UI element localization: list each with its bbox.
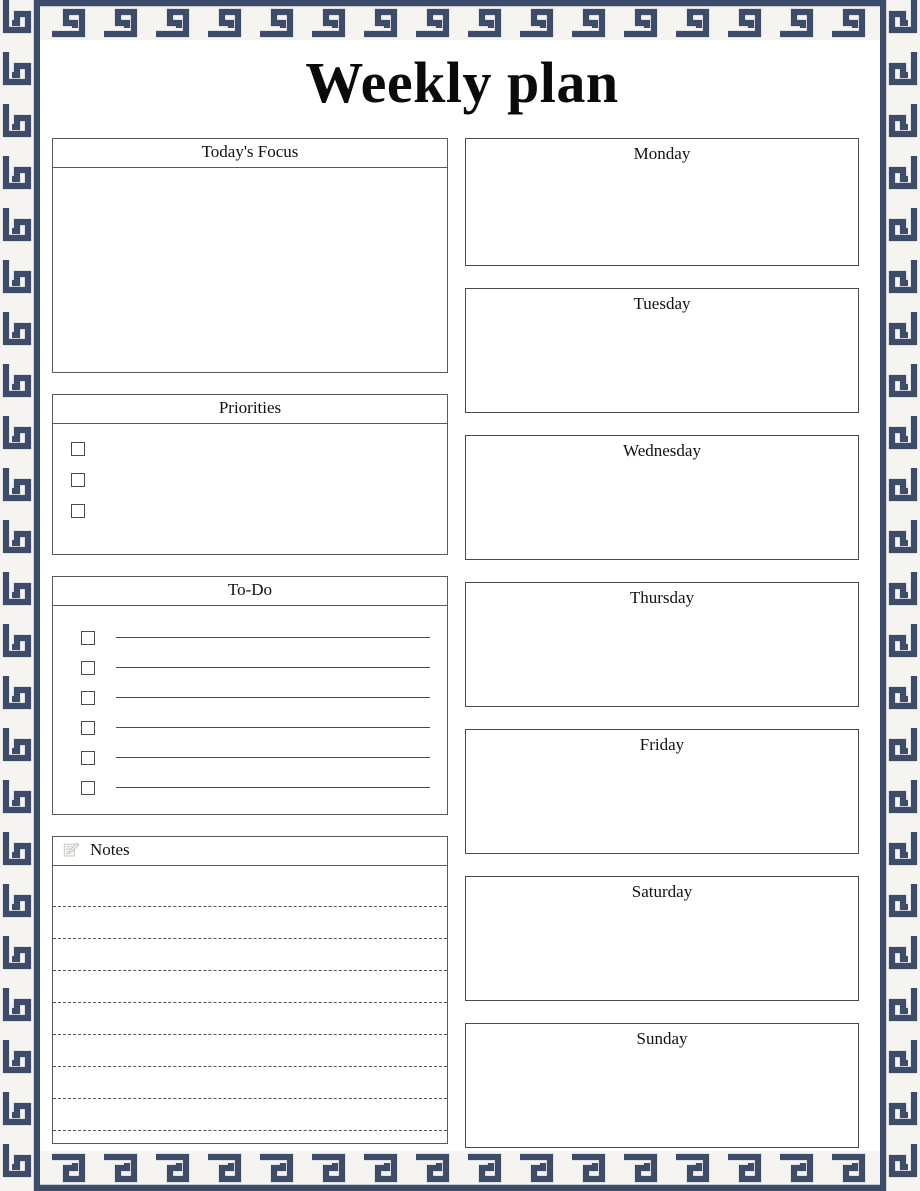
notes-line[interactable] — [53, 937, 447, 939]
right-column-days: Monday Tuesday Wednesday Thursday Friday Satu… — [465, 138, 859, 1148]
day-title: Sunday — [636, 1029, 688, 1048]
border-band-right — [880, 0, 920, 1191]
planner-columns: Today's Focus Priorities To-Do Notes Mon… — [52, 138, 872, 1148]
priority-row — [71, 471, 447, 502]
todays-focus-heading: Today's Focus — [53, 139, 447, 168]
todo-row — [53, 653, 447, 683]
todo-checkbox[interactable] — [81, 780, 95, 795]
todo-row — [53, 773, 447, 803]
notes-section: Notes — [52, 836, 448, 1144]
todo-write-line[interactable] — [116, 757, 430, 759]
priorities-heading: Priorities — [53, 395, 447, 424]
notes-line[interactable] — [53, 1065, 447, 1067]
priority-checkbox[interactable] — [71, 442, 85, 457]
day-box-wednesday[interactable]: Wednesday — [465, 435, 859, 560]
todo-write-line[interactable] — [116, 637, 430, 639]
todo-checkbox[interactable] — [81, 630, 95, 645]
day-title: Saturday — [631, 882, 693, 901]
day-title: Monday — [633, 144, 691, 163]
todo-write-line[interactable] — [116, 667, 430, 669]
day-title: Thursday — [629, 588, 695, 607]
day-box-thursday[interactable]: Thursday — [465, 582, 859, 707]
notes-line[interactable] — [53, 1129, 447, 1131]
left-column: Today's Focus Priorities To-Do Notes — [52, 138, 448, 1148]
priority-row — [71, 502, 447, 533]
todo-write-line[interactable] — [116, 787, 430, 789]
memo-pencil-icon — [63, 842, 80, 859]
day-title: Wednesday — [623, 441, 701, 460]
notes-line[interactable] — [53, 1001, 447, 1003]
weekly-planner-page: Weekly plan Today's Focus Priorities To-… — [0, 0, 920, 1191]
priorities-section: Priorities — [52, 394, 448, 555]
notes-line[interactable] — [53, 1033, 447, 1035]
priority-checkbox[interactable] — [71, 504, 85, 519]
priorities-list — [53, 424, 447, 556]
day-title: Friday — [639, 735, 685, 754]
todo-section: To-Do — [52, 576, 448, 815]
day-box-sunday[interactable]: Sunday — [465, 1023, 859, 1148]
todo-checkbox[interactable] — [81, 690, 95, 705]
day-box-monday[interactable]: Monday — [465, 138, 859, 266]
notes-line[interactable] — [53, 905, 447, 907]
todo-checkbox[interactable] — [81, 750, 95, 765]
day-box-tuesday[interactable]: Tuesday — [465, 288, 859, 413]
border-band-top — [0, 0, 920, 40]
todays-focus-section: Today's Focus — [52, 138, 448, 373]
todo-write-line[interactable] — [116, 697, 430, 699]
todo-write-line[interactable] — [116, 727, 430, 729]
priority-row — [71, 440, 447, 471]
notes-heading: Notes — [90, 840, 130, 859]
todo-list — [53, 606, 447, 816]
todo-heading: To-Do — [53, 577, 447, 606]
notes-line[interactable] — [53, 969, 447, 971]
todo-row — [53, 743, 447, 773]
todo-row — [53, 623, 447, 653]
border-band-left — [0, 0, 40, 1191]
todo-checkbox[interactable] — [81, 660, 95, 675]
page-title: Weekly plan — [305, 50, 619, 115]
border-band-bottom — [0, 1151, 920, 1191]
day-box-saturday[interactable]: Saturday — [465, 876, 859, 1001]
notes-line[interactable] — [53, 1097, 447, 1099]
day-title: Tuesday — [633, 294, 691, 313]
day-box-friday[interactable]: Friday — [465, 729, 859, 854]
todo-row — [53, 713, 447, 743]
priority-checkbox[interactable] — [71, 473, 85, 488]
planner-content: Weekly plan Today's Focus Priorities To-… — [52, 42, 872, 1150]
notes-writing-area[interactable] — [53, 866, 447, 1145]
notes-ruled-lines — [53, 866, 447, 1145]
notes-heading-row: Notes — [53, 837, 447, 866]
todo-row — [53, 683, 447, 713]
todays-focus-writing-area[interactable] — [53, 168, 447, 374]
todo-checkbox[interactable] — [81, 720, 95, 735]
